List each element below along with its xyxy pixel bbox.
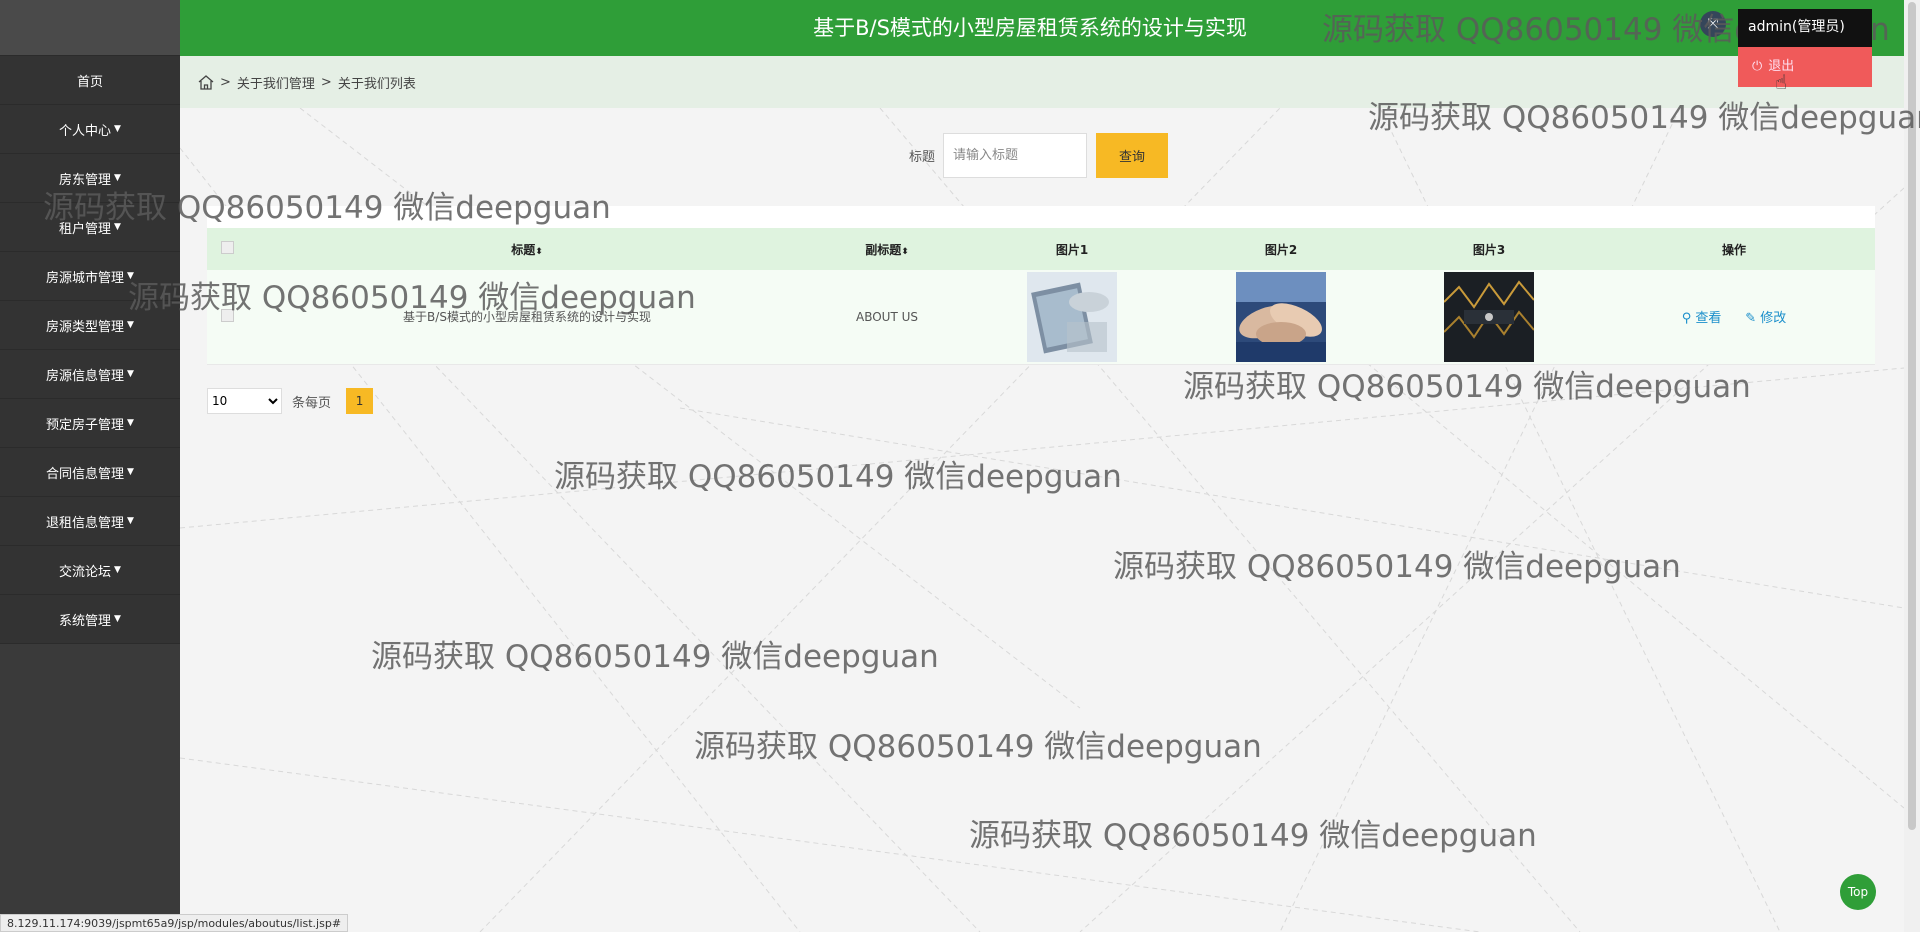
sidebar-logo-area [0, 0, 180, 56]
logout-button[interactable]: ⏻ 退出 [1738, 47, 1872, 87]
breadcrumb-separator: > [220, 74, 231, 90]
image1-thumbnail[interactable] [1027, 271, 1117, 362]
breadcrumb-item-aboutus-manage[interactable]: 关于我们管理 [237, 73, 315, 92]
caret-down-icon: ▼ [114, 614, 121, 624]
pagination: 10 条每页 1 [207, 388, 374, 414]
cell-subtitle: ABOUT US [855, 309, 918, 324]
sidebar-item-9[interactable]: 退租信息管理 ▼ [0, 497, 180, 546]
caret-down-icon: ▼ [114, 124, 121, 134]
column-header-actions: 操作 [1721, 242, 1746, 257]
sidebar-item-label: 房东管理 [59, 172, 112, 188]
breadcrumb-separator: > [320, 74, 332, 90]
caret-down-icon: ▼ [127, 418, 134, 428]
fullscreen-icon[interactable]: ⤧ [1700, 11, 1726, 37]
column-header-title[interactable]: 标题⬍ [247, 228, 807, 270]
caret-down-icon: ▼ [127, 369, 134, 379]
sidebar-item-11[interactable]: 系统管理 ▼ [0, 595, 180, 644]
row-checkbox[interactable] [220, 308, 234, 322]
title-search-input[interactable] [943, 133, 1088, 178]
user-dropdown: admin(管理员) ⏻ 退出 [1738, 9, 1872, 87]
search-icon: ⚲ [1681, 311, 1692, 327]
sidebar-item-7[interactable]: 预定房子管理 ▼ [0, 399, 180, 448]
caret-down-icon: ▼ [127, 320, 134, 330]
sidebar-item-label: 个人中心 [59, 123, 112, 139]
caret-down-icon: ▼ [127, 271, 134, 281]
page-number-current[interactable]: 1 [346, 388, 374, 414]
column-header-image3: 图片3 [1472, 242, 1506, 257]
sort-icon: ⬍ [901, 246, 909, 257]
column-header-image2: 图片2 [1264, 242, 1298, 257]
caret-down-icon: ▼ [127, 516, 134, 526]
per-page-label: 条每页 [292, 395, 332, 411]
sidebar-item-label: 合同信息管理 [46, 466, 125, 482]
sidebar-item-label: 首页 [76, 74, 103, 90]
sidebar-item-label: 租户管理 [59, 221, 112, 237]
caret-down-icon: ▼ [114, 173, 121, 183]
cell-title: 基于B/S模式的小型房屋租赁系统的设计与实现 [403, 310, 651, 325]
column-header-subtitle[interactable]: 副标题⬍ [807, 228, 967, 270]
view-button[interactable]: ⚲ 查看 [1682, 311, 1722, 326]
table-header-row: 标题⬍ 副标题⬍ 图片1 图片2 图片3 操作 [207, 228, 1875, 270]
sidebar-item-2[interactable]: 房东管理 ▼ [0, 154, 180, 203]
search-bar: 标题 查询 [909, 133, 1169, 178]
pointer-cursor-icon: ☝ [1775, 70, 1788, 94]
select-all-checkbox[interactable] [220, 241, 234, 254]
page-size-select[interactable]: 10 [207, 388, 282, 414]
power-icon: ⏻ [1752, 59, 1763, 74]
sidebar-item-6[interactable]: 房源信息管理 ▼ [0, 350, 180, 399]
page-scrollbar[interactable] [1904, 0, 1920, 932]
sidebar-item-label: 退租信息管理 [46, 515, 125, 531]
sidebar-item-label: 系统管理 [59, 613, 112, 629]
image3-thumbnail[interactable] [1444, 271, 1534, 362]
data-table: 标题⬍ 副标题⬍ 图片1 图片2 图片3 操作 基于B/S模式的小型房屋租赁系统… [207, 206, 1875, 365]
caret-down-icon: ▼ [114, 222, 121, 232]
search-button[interactable]: 查询 [1096, 133, 1169, 178]
sidebar-item-label: 交流论坛 [59, 564, 112, 580]
edit-button[interactable]: ✎ 修改 [1745, 311, 1786, 326]
home-icon[interactable] [198, 75, 214, 90]
sidebar-item-0[interactable]: 首页 [0, 56, 180, 105]
sidebar-item-3[interactable]: 租户管理 ▼ [0, 203, 180, 252]
sidebar-item-label: 预定房子管理 [46, 417, 125, 433]
top-header: 基于B/S模式的小型房屋租赁系统的设计与实现 ⤧ [180, 0, 1904, 56]
sidebar-item-label: 房源城市管理 [46, 270, 125, 286]
sidebar-item-10[interactable]: 交流论坛 ▼ [0, 546, 180, 595]
sidebar: 首页 个人中心 ▼ 房东管理 ▼ 租户管理 ▼ 房源城市管理 ▼ 房源类型管理 ▼ 房源信息管理 ▼ 预定… [0, 0, 180, 932]
user-menu-button[interactable]: admin(管理员) [1738, 9, 1872, 47]
sidebar-item-1[interactable]: 个人中心 ▼ [0, 105, 180, 154]
sidebar-item-4[interactable]: 房源城市管理 ▼ [0, 252, 180, 301]
back-to-top-button[interactable]: Top [1840, 874, 1876, 910]
sidebar-item-8[interactable]: 合同信息管理 ▼ [0, 448, 180, 497]
image2-thumbnail[interactable] [1236, 271, 1326, 362]
app-title: 基于B/S模式的小型房屋租赁系统的设计与实现 [813, 16, 1247, 40]
sidebar-item-5[interactable]: 房源类型管理 ▼ [0, 301, 180, 350]
search-label: 标题 [909, 150, 936, 165]
caret-down-icon: ▼ [127, 467, 134, 477]
sidebar-item-label: 房源信息管理 [46, 368, 125, 384]
caret-down-icon: ▼ [114, 565, 121, 575]
breadcrumb: > 关于我们管理 > 关于我们列表 [180, 56, 1904, 108]
sort-icon: ⬍ [535, 246, 543, 257]
column-header-image1: 图片1 [1055, 242, 1089, 257]
table-row: 基于B/S模式的小型房屋租赁系统的设计与实现 ABOUT US ⚲ 查看 ✎ 修… [207, 270, 1875, 364]
status-bar-url: 8.129.11.174:9039/jspmt65a9/jsp/modules/… [0, 914, 349, 932]
sidebar-item-label: 房源类型管理 [46, 319, 125, 335]
sidebar-menu: 首页 个人中心 ▼ 房东管理 ▼ 租户管理 ▼ 房源城市管理 ▼ 房源类型管理 ▼ 房源信息管理 ▼ 预定… [0, 56, 180, 644]
breadcrumb-item-aboutus-list: 关于我们列表 [337, 76, 416, 92]
edit-icon: ✎ [1745, 311, 1757, 327]
